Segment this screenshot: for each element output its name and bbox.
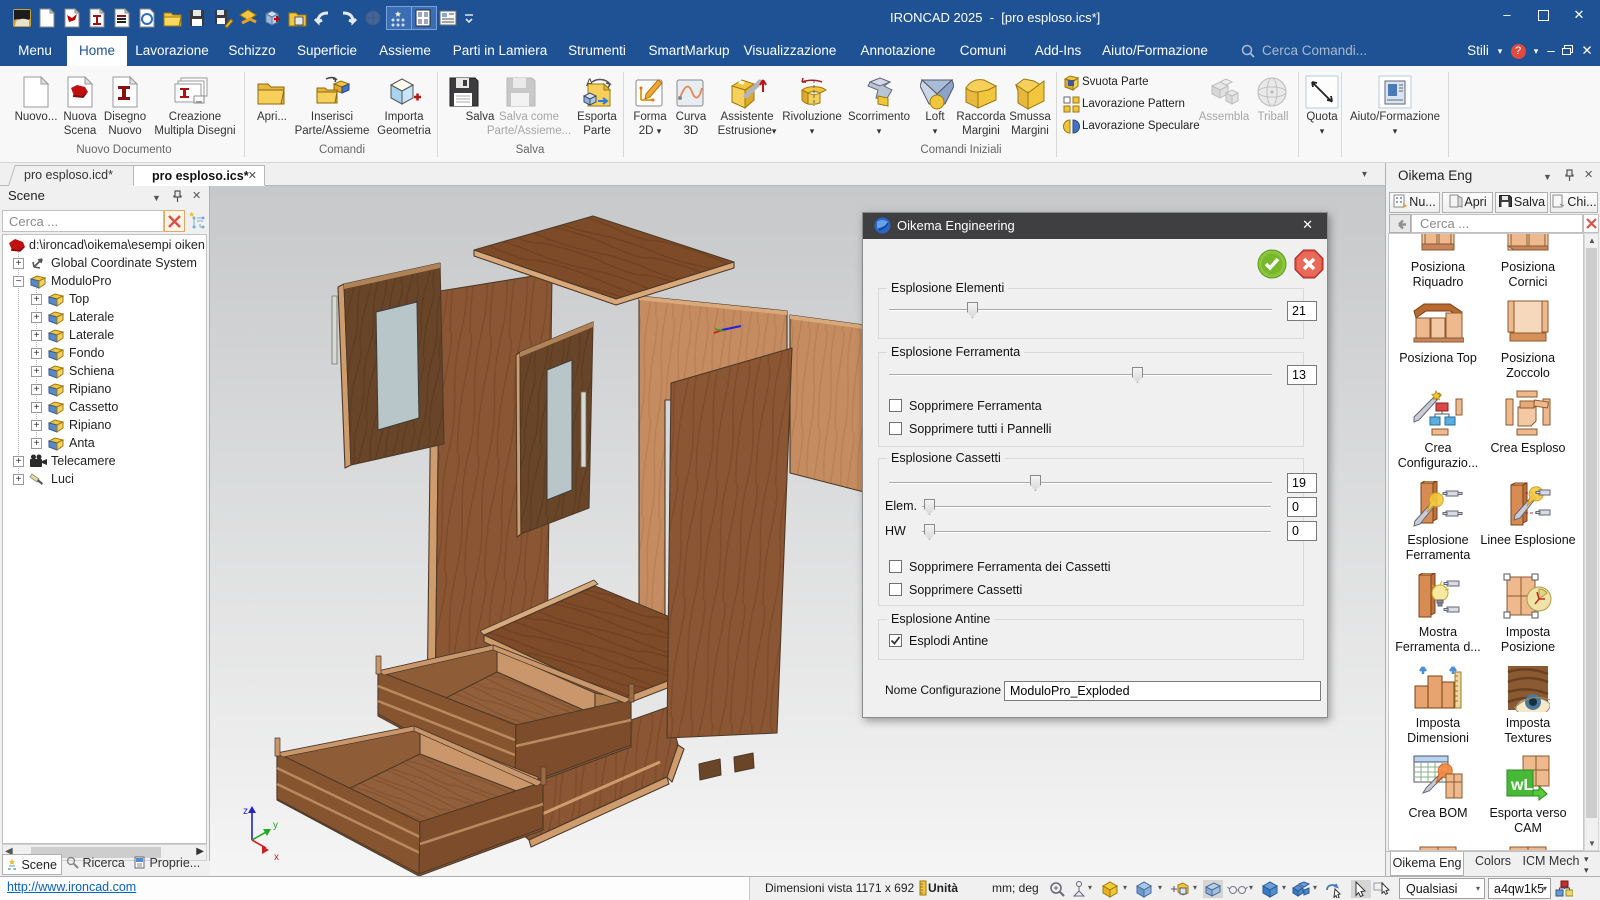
svg-text:x: x: [274, 852, 279, 863]
svg-text:z: z: [243, 806, 248, 817]
svg-text:wL: wL: [1510, 777, 1533, 794]
svg-text:y: y: [273, 820, 278, 831]
